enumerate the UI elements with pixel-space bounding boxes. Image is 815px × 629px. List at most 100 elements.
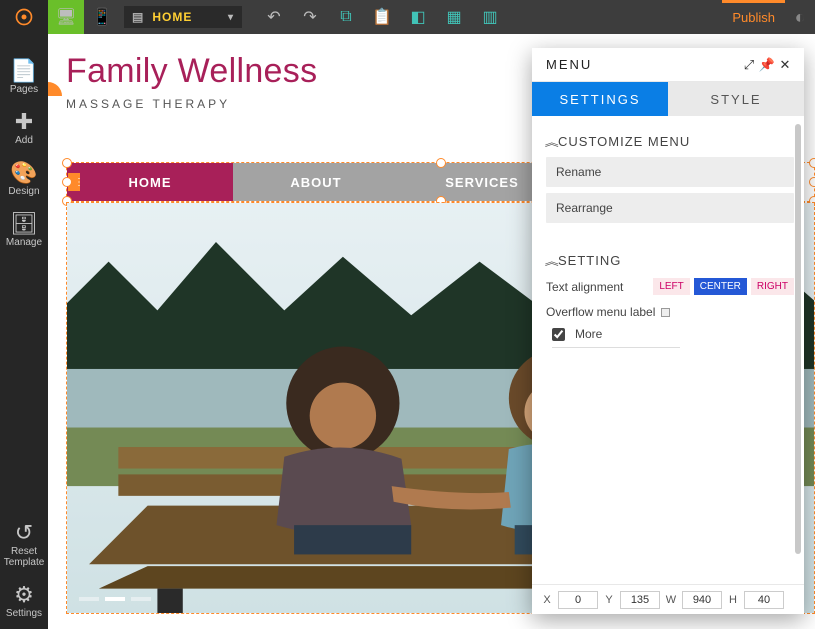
chevron-up-icon: ︽: [545, 134, 553, 149]
more-checkbox-input[interactable]: [552, 328, 565, 341]
rail-add[interactable]: ✚ Add: [0, 105, 48, 156]
rail-settings[interactable]: ⚙ Settings: [0, 578, 48, 629]
redo-icon: ↷: [303, 7, 316, 27]
rail-label: Manage: [6, 237, 42, 248]
layout-icon: ◧: [410, 7, 425, 27]
copy-button[interactable]: ⧉: [328, 0, 364, 34]
nav-item-about[interactable]: ABOUT: [233, 163, 399, 201]
align-right-button[interactable]: RIGHT: [751, 278, 794, 295]
section-setting[interactable]: ︽ SETTING: [546, 253, 794, 268]
top-toolbar: 🖥 📱 ▤ HOME ▾ ↶ ↷ ⧉ 📋 ◧ ▦ ▥ Publish ◐: [48, 0, 815, 34]
slide-dot[interactable]: [131, 597, 151, 601]
preview-icon: ◐: [795, 7, 806, 28]
chevron-up-icon: ︽: [545, 253, 553, 268]
document-icon: ▤: [132, 10, 144, 24]
rail-label: Pages: [10, 84, 38, 95]
page-selector[interactable]: ▤ HOME ▾: [124, 6, 242, 28]
redo-button[interactable]: ↷: [292, 0, 328, 34]
copy-icon: ⧉: [340, 8, 351, 26]
add-icon: ✚: [15, 111, 33, 133]
grid-button[interactable]: ▦: [436, 0, 472, 34]
mobile-icon: 📱: [92, 7, 112, 27]
close-icon[interactable]: ✕: [776, 57, 794, 73]
collapse-icon[interactable]: ⤢: [740, 57, 758, 73]
coord-y-label: Y: [602, 594, 616, 606]
panel-body: ︽ CUSTOMIZE MENU Rename Rearrange ︽ SETT…: [532, 116, 804, 584]
undo-icon: ↶: [267, 7, 280, 27]
undo-button[interactable]: ↶: [256, 0, 292, 34]
coord-h-label: H: [726, 594, 740, 606]
edit-label-icon[interactable]: [661, 308, 670, 317]
guide-marker: [48, 82, 62, 96]
rail-design[interactable]: 🎨 Design: [0, 156, 48, 207]
tab-style[interactable]: STYLE: [668, 82, 804, 116]
snap-button[interactable]: ▥: [472, 0, 508, 34]
selection-handle[interactable]: [809, 177, 815, 187]
selection-handle[interactable]: [809, 158, 815, 168]
pin-icon[interactable]: 📌: [758, 57, 776, 73]
reset-icon: ↺: [15, 522, 33, 544]
field-label: Text alignment: [546, 280, 623, 294]
panel-scrollbar[interactable]: [795, 124, 801, 554]
paste-button[interactable]: 📋: [364, 0, 400, 34]
text-alignment-row: Text alignment LEFT CENTER RIGHT: [546, 278, 794, 295]
coord-x-field[interactable]: 0: [558, 591, 598, 609]
overflow-label-row: Overflow menu label: [546, 305, 794, 319]
panel-header[interactable]: MENU ⤢ 📌 ✕: [532, 48, 804, 82]
rail-pages[interactable]: 📄 Pages: [0, 54, 48, 105]
coord-h-field[interactable]: 40: [744, 591, 784, 609]
left-rail: 📄 Pages ✚ Add 🎨 Design 🗄 Manage ↺ Reset …: [0, 0, 48, 629]
section-label: CUSTOMIZE MENU: [558, 134, 690, 149]
selection-handle[interactable]: [436, 158, 446, 168]
gear-icon: ⚙: [14, 584, 34, 606]
nav-item-home[interactable]: HOME: [67, 163, 233, 201]
canvas: Family Wellness MASSAGE THERAPY ⋮⋮ HOME …: [48, 34, 815, 629]
panel-title: MENU: [546, 57, 592, 72]
desktop-icon: 🖥: [56, 7, 76, 27]
field-label: Overflow menu label: [546, 305, 655, 319]
device-desktop-button[interactable]: 🖥: [48, 0, 84, 34]
layout-button[interactable]: ◧: [400, 0, 436, 34]
preview-button[interactable]: ◐: [785, 7, 815, 28]
align-center-button[interactable]: CENTER: [694, 278, 747, 295]
coord-w-field[interactable]: 940: [682, 591, 722, 609]
selection-handle[interactable]: [62, 177, 72, 187]
slide-dot[interactable]: [105, 597, 125, 601]
chevron-down-icon: ▾: [228, 12, 234, 23]
tab-settings[interactable]: SETTINGS: [532, 82, 668, 116]
align-left-button[interactable]: LEFT: [653, 278, 689, 295]
more-label: More: [575, 327, 602, 341]
selection-handle[interactable]: [62, 158, 72, 168]
overflow-more-checkbox[interactable]: More: [552, 327, 680, 348]
rail-label: Reset Template: [0, 546, 48, 568]
pages-icon: 📄: [10, 60, 37, 82]
alignment-segmented: LEFT CENTER RIGHT: [653, 278, 794, 295]
publish-button[interactable]: Publish: [722, 0, 785, 34]
snap-icon: ▥: [482, 7, 497, 27]
panel-coordinates: X 0 Y 135 W 940 H 40: [532, 584, 804, 614]
slide-dot[interactable]: [79, 597, 99, 601]
rail-label: Design: [8, 186, 39, 197]
grid-icon: ▦: [446, 7, 461, 27]
coord-w-label: W: [664, 594, 678, 606]
rail-reset-template[interactable]: ↺ Reset Template: [0, 516, 48, 578]
rename-button[interactable]: Rename: [546, 157, 794, 187]
publish-label: Publish: [732, 10, 775, 25]
palette-icon: 🎨: [10, 162, 37, 184]
coord-y-field[interactable]: 135: [620, 591, 660, 609]
coord-x-label: X: [540, 594, 554, 606]
rearrange-button[interactable]: Rearrange: [546, 193, 794, 223]
slideshow-dots: [79, 597, 151, 601]
rail-label: Add: [15, 135, 33, 146]
rail-manage[interactable]: 🗄 Manage: [0, 207, 48, 258]
app-logo: [0, 0, 48, 34]
panel-tabs: SETTINGS STYLE: [532, 82, 804, 116]
section-customize-menu[interactable]: ︽ CUSTOMIZE MENU: [546, 134, 794, 149]
menu-settings-panel: MENU ⤢ 📌 ✕ SETTINGS STYLE ︽ CUSTOMIZE ME…: [532, 48, 804, 614]
paste-icon: 📋: [372, 7, 392, 27]
rail-label: Settings: [6, 608, 42, 619]
device-mobile-button[interactable]: 📱: [84, 0, 120, 34]
page-selector-label: HOME: [152, 10, 192, 24]
section-label: SETTING: [558, 253, 621, 268]
manage-icon: 🗄: [10, 213, 38, 235]
